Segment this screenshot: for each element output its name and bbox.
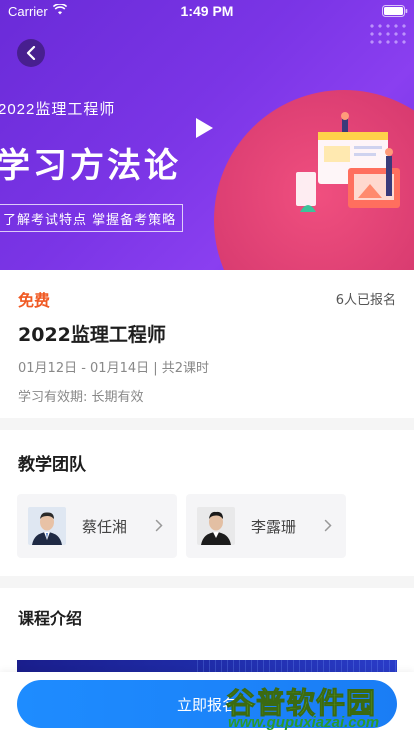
teacher-avatar xyxy=(28,507,66,545)
play-icon[interactable] xyxy=(196,118,213,138)
watermark-logo: 谷普软件园 www.gupuxiazai.com xyxy=(225,680,414,736)
course-validity: 学习有效期: 长期有效 xyxy=(18,390,144,405)
teacher-avatar xyxy=(197,507,235,545)
banner-decor-dots xyxy=(368,22,408,48)
course-info-card: 免费 6人已报名 2022监理工程师 01月12日 - 01月14日 | 共2课… xyxy=(0,270,414,418)
chevron-right-icon xyxy=(155,519,163,532)
course-schedule: 01月12日 - 01月14日 | 共2课时 xyxy=(18,361,210,376)
teaching-team-section: 教学团队 蔡任湘 李露珊 xyxy=(0,430,414,576)
banner-main-title: 学习方法论 xyxy=(0,146,181,186)
banner-year-title: 2022监理工程师 xyxy=(0,101,116,118)
battery-icon xyxy=(382,5,408,17)
price-label: 免费 xyxy=(18,291,51,310)
chevron-left-icon xyxy=(26,46,36,60)
teacher-card[interactable]: 蔡任湘 xyxy=(17,494,177,558)
teacher-name: 蔡任湘 xyxy=(82,518,128,536)
status-bar: Carrier 1:49 PM xyxy=(0,0,414,22)
course-banner[interactable]: 2022监理工程师 学习方法论 了解考试特点 掌握备考策略 xyxy=(0,0,414,270)
team-section-title: 教学团队 xyxy=(18,455,86,475)
teacher-card[interactable]: 李露珊 xyxy=(186,494,346,558)
teacher-name: 李露珊 xyxy=(251,518,297,536)
watermark-url: www.gupuxiazai.com xyxy=(228,714,380,731)
course-title: 2022监理工程师 xyxy=(18,324,166,346)
intro-section-title: 课程介绍 xyxy=(18,609,83,628)
status-time: 1:49 PM xyxy=(180,3,234,19)
chevron-right-icon xyxy=(324,519,332,532)
banner-slogan: 了解考试特点 掌握备考策略 xyxy=(0,204,184,232)
enrolled-count: 6人已报名 xyxy=(335,293,396,308)
study-illustration-icon xyxy=(296,112,400,212)
back-button[interactable] xyxy=(17,39,45,67)
